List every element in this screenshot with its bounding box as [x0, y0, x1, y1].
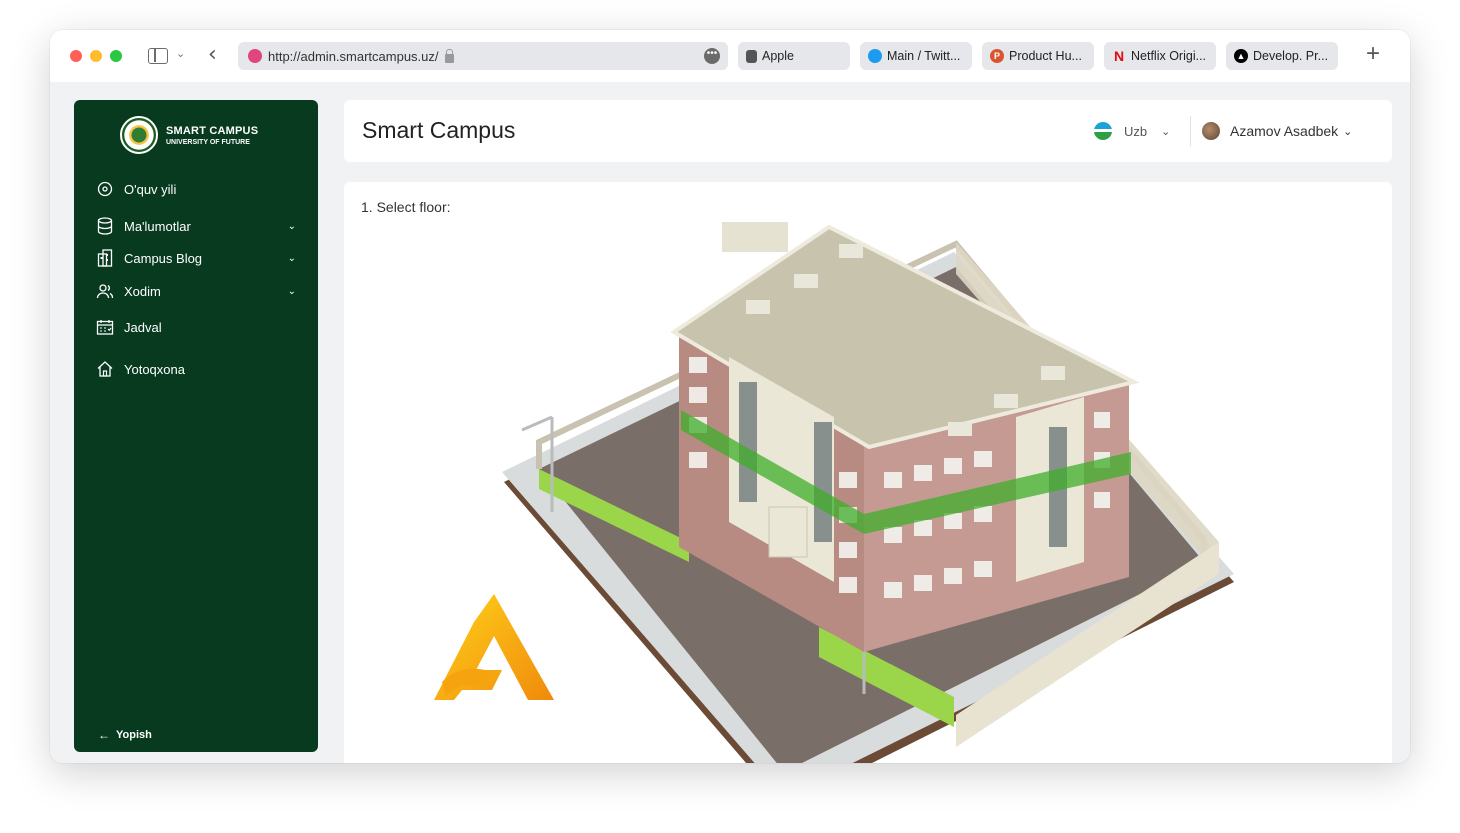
- university-seal-icon: [120, 116, 158, 154]
- language-selector[interactable]: Uzb ⌄: [1094, 122, 1170, 140]
- chevron-down-icon: ⌄: [287, 220, 296, 232]
- calendar-icon: [96, 318, 114, 336]
- sidebar-item-yotoqxona[interactable]: Yotoqxona: [96, 360, 296, 378]
- sidebar-item-label: Xodim: [124, 283, 161, 299]
- roof-vent: [794, 274, 818, 288]
- sidebar-item-jadval[interactable]: Jadval: [96, 318, 296, 336]
- building-icon: [96, 249, 114, 267]
- entrance-window: [814, 422, 832, 542]
- chevron-down-icon: ⌄: [1161, 125, 1171, 138]
- sidebar-item-label: Campus Blog: [124, 250, 203, 266]
- brand-subtitle: UNIVERSITY OF FUTURE: [166, 138, 250, 146]
- tab-develop[interactable]: ▲ Develop. Pr...: [1226, 42, 1338, 70]
- producthunt-icon: P: [990, 49, 1004, 63]
- chevron-down-icon[interactable]: ⌄: [176, 47, 185, 60]
- top-header: Smart Campus Uzb ⌄ Azamov Asadbek ⌄: [344, 100, 1392, 162]
- tab-label: Develop. Pr...: [1253, 49, 1329, 63]
- chevron-down-icon: ⌄: [287, 285, 296, 297]
- tab-twitter[interactable]: Main / Twitt...: [860, 42, 972, 70]
- collapse-sidebar-button[interactable]: ← Yopish: [98, 728, 152, 742]
- roof-vent: [746, 300, 770, 314]
- sidebar-item-label: Jadval: [124, 319, 162, 335]
- user-menu[interactable]: Azamov Asadbek ⌄: [1202, 122, 1352, 140]
- favorites-bar: Apple Main / Twitt... P Product Hu... N …: [738, 42, 1338, 70]
- roof-structure: [722, 222, 788, 252]
- tab-apple[interactable]: Apple: [738, 42, 850, 70]
- sidebar-item-malumotlar[interactable]: Ma'lumotlar ⌄: [96, 217, 296, 235]
- url-text[interactable]: http://admin.smartcampus.uz/: [268, 49, 439, 64]
- lock-icon: [444, 48, 454, 63]
- sidebar-item-label: Ma'lumotlar: [124, 218, 191, 234]
- apple-icon: [746, 49, 757, 63]
- chevron-down-icon: ⌄: [1343, 125, 1353, 138]
- page-content: SMART CAMPUS UNIVERSITY OF FUTURE O'quv …: [50, 82, 1410, 763]
- chevron-down-icon: ⌄: [287, 252, 296, 264]
- roof-vent: [839, 244, 863, 258]
- user-name: Azamov Asadbek: [1230, 123, 1339, 139]
- lamp-arm: [521, 415, 553, 432]
- minimize-window-button[interactable]: [90, 50, 102, 62]
- browser-titlebar: ⌄ ‹ http://admin.smartcampus.uz/ ••• App…: [50, 30, 1410, 82]
- window-controls: [70, 50, 122, 62]
- sidebar-toggle-icon[interactable]: [148, 48, 168, 64]
- database-icon: [96, 217, 114, 235]
- home-icon: [96, 360, 114, 378]
- header-divider: [1190, 116, 1191, 146]
- roof-vent: [948, 422, 972, 436]
- site-favicon-icon: [248, 49, 262, 63]
- sidebar-item-label: Yotoqxona: [124, 361, 185, 377]
- brand-logo[interactable]: SMART CAMPUS UNIVERSITY OF FUTURE: [120, 116, 258, 154]
- tab-label: Apple: [762, 49, 794, 63]
- browser-window: ⌄ ‹ http://admin.smartcampus.uz/ ••• App…: [50, 30, 1410, 763]
- brand-title: SMART CAMPUS: [166, 124, 259, 137]
- avatar: [1202, 122, 1220, 140]
- twitter-icon: [868, 49, 882, 63]
- arrow-left-icon: ←: [98, 728, 110, 742]
- tab-label: Main / Twitt...: [887, 49, 961, 63]
- roof-vent: [1041, 366, 1065, 380]
- roof-vent: [994, 394, 1018, 408]
- more-options-icon[interactable]: •••: [704, 48, 720, 64]
- entrance-window: [739, 382, 757, 502]
- sidebar-item-label: O'quv yili: [124, 181, 177, 197]
- language-label: Uzb: [1124, 123, 1148, 139]
- tab-label: Netflix Origi...: [1131, 49, 1207, 63]
- entrance-door[interactable]: [768, 506, 808, 558]
- address-bar[interactable]: http://admin.smartcampus.uz/ •••: [238, 42, 728, 70]
- sidebar-item-oquv-yili[interactable]: O'quv yili: [96, 180, 296, 198]
- close-window-button[interactable]: [70, 50, 82, 62]
- watermark-logo-icon: [434, 594, 554, 700]
- page-title: Smart Campus: [362, 117, 516, 143]
- maximize-window-button[interactable]: [110, 50, 122, 62]
- uzbekistan-flag-icon: [1094, 122, 1112, 140]
- triangle-icon: ▲: [1234, 49, 1248, 63]
- new-tab-button[interactable]: +: [1366, 40, 1380, 68]
- netflix-icon: N: [1113, 48, 1125, 64]
- tab-netflix[interactable]: N Netflix Origi...: [1104, 42, 1216, 70]
- floor-selection-panel: 1. Select floor:: [344, 182, 1392, 763]
- disc-icon: [96, 180, 114, 198]
- users-icon: [96, 282, 114, 300]
- collapse-label: Yopish: [116, 729, 152, 741]
- sidebar-item-xodim[interactable]: Xodim ⌄: [96, 282, 296, 300]
- tab-label: Product Hu...: [1009, 49, 1082, 63]
- sidebar: SMART CAMPUS UNIVERSITY OF FUTURE O'quv …: [74, 100, 318, 752]
- back-button[interactable]: ‹: [208, 42, 217, 67]
- tab-producthunt[interactable]: P Product Hu...: [982, 42, 1094, 70]
- sidebar-item-campus-blog[interactable]: Campus Blog ⌄: [96, 249, 296, 267]
